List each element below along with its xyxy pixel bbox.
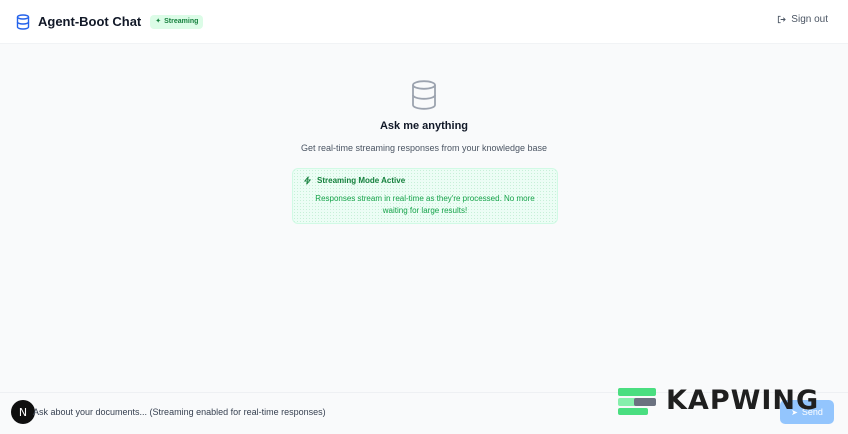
streaming-notice-title: Streaming Mode Active (317, 176, 406, 185)
sign-out-button[interactable]: Sign out (777, 14, 828, 25)
kapwing-watermark-text: KAPWING (666, 384, 820, 416)
chat-input[interactable] (33, 403, 593, 421)
top-header: Agent-Boot Chat ✦ Streaming Sign out (0, 0, 848, 44)
user-avatar[interactable]: N (11, 400, 35, 424)
kapwing-watermark: KAPWING (618, 380, 819, 420)
empty-state: Ask me anything Get real-time streaming … (0, 80, 848, 153)
sparkle-icon: ✦ (155, 18, 162, 25)
sign-out-label: Sign out (791, 14, 828, 25)
app-title: Agent-Boot Chat (38, 14, 142, 29)
streaming-badge-label: Streaming (164, 18, 199, 25)
streaming-notice-title-row: Streaming Mode Active (303, 176, 405, 185)
lightning-icon (303, 176, 312, 185)
empty-state-subtitle: Get real-time streaming responses from y… (300, 143, 548, 153)
empty-state-heading: Ask me anything (379, 120, 469, 132)
database-icon-large (412, 80, 436, 110)
kapwing-logo-icon (618, 384, 658, 416)
streaming-notice: Streaming Mode Active Responses stream i… (292, 168, 558, 224)
database-icon (16, 13, 30, 30)
sign-out-icon (778, 15, 787, 24)
streaming-badge: ✦ Streaming (150, 14, 204, 29)
streaming-notice-body: Responses stream in real-time as they're… (315, 194, 535, 215)
